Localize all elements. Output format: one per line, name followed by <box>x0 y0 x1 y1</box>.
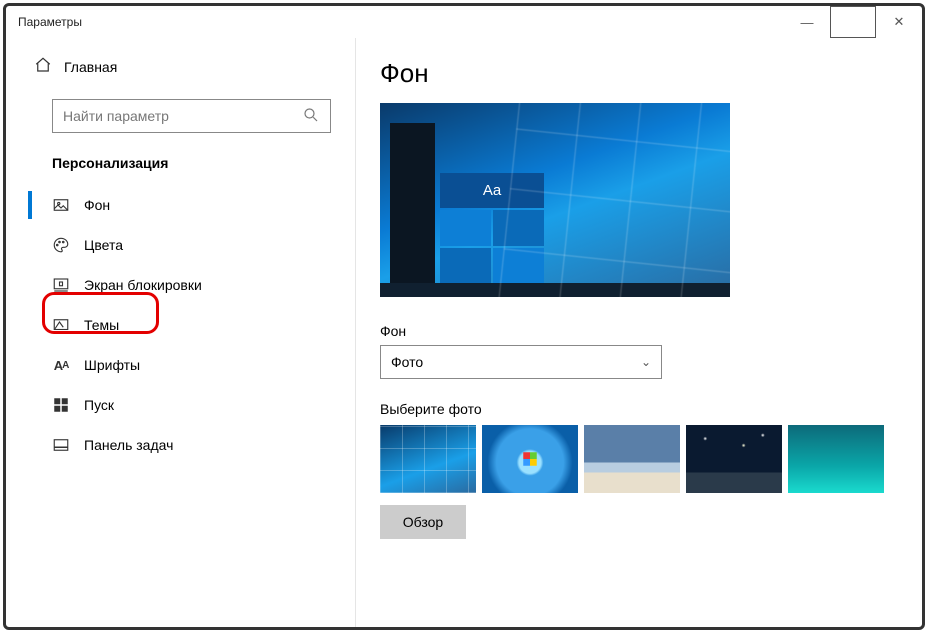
home-label: Главная <box>64 59 117 75</box>
themes-icon <box>52 316 70 334</box>
home-icon <box>34 56 52 77</box>
background-select-value: Фото <box>391 354 423 370</box>
minimize-button[interactable]: — <box>784 6 830 38</box>
sidebar-item-background[interactable]: Фон <box>6 185 355 225</box>
sidebar-item-label: Фон <box>84 197 110 213</box>
maximize-button[interactable] <box>830 6 876 38</box>
photo-thumbnail[interactable] <box>380 425 476 493</box>
settings-window: Параметры — ✕ Главная Найти параметр Пер… <box>3 3 925 630</box>
taskbar-icon <box>52 436 70 454</box>
photo-thumbnails <box>380 425 892 493</box>
start-icon <box>52 396 70 414</box>
sidebar-item-label: Экран блокировки <box>84 277 202 293</box>
sidebar-item-lockscreen[interactable]: Экран блокировки <box>6 265 355 305</box>
titlebar: Параметры — ✕ <box>6 6 922 38</box>
sidebar-item-label: Панель задач <box>84 437 173 453</box>
sidebar-item-label: Цвета <box>84 237 123 253</box>
search-icon <box>302 106 320 127</box>
palette-icon <box>52 236 70 254</box>
fonts-icon: AA <box>52 356 70 374</box>
sidebar-item-colors[interactable]: Цвета <box>6 225 355 265</box>
search-placeholder: Найти параметр <box>63 108 302 124</box>
sidebar-item-themes[interactable]: Темы <box>6 305 355 345</box>
sidebar-item-label: Пуск <box>84 397 114 413</box>
sidebar-item-label: Темы <box>84 317 119 333</box>
main-content: Фон Aa Фон Фото ⌄ Выберите фото <box>356 38 922 627</box>
sidebar-item-start[interactable]: Пуск <box>6 385 355 425</box>
choose-photo-label: Выберите фото <box>380 401 892 417</box>
home-link[interactable]: Главная <box>6 48 355 85</box>
search-input[interactable]: Найти параметр <box>52 99 331 133</box>
window-title: Параметры <box>18 15 82 29</box>
picture-icon <box>52 196 70 214</box>
sidebar-item-fonts[interactable]: AA Шрифты <box>6 345 355 385</box>
photo-thumbnail[interactable] <box>788 425 884 493</box>
photo-thumbnail[interactable] <box>686 425 782 493</box>
page-title: Фон <box>380 58 892 89</box>
lockscreen-icon <box>52 276 70 294</box>
sidebar-item-label: Шрифты <box>84 357 140 373</box>
desktop-preview: Aa <box>380 103 730 297</box>
close-button[interactable]: ✕ <box>876 6 922 38</box>
preview-tile-text: Aa <box>440 173 544 208</box>
chevron-down-icon: ⌄ <box>641 355 651 369</box>
browse-button[interactable]: Обзор <box>380 505 466 539</box>
photo-thumbnail[interactable] <box>584 425 680 493</box>
browse-button-label: Обзор <box>403 514 443 530</box>
background-select[interactable]: Фото ⌄ <box>380 345 662 379</box>
sidebar: Главная Найти параметр Персонализация Фо… <box>6 38 356 627</box>
background-label: Фон <box>380 323 892 339</box>
section-title: Персонализация <box>6 147 355 185</box>
photo-thumbnail[interactable] <box>482 425 578 493</box>
sidebar-item-taskbar[interactable]: Панель задач <box>6 425 355 465</box>
